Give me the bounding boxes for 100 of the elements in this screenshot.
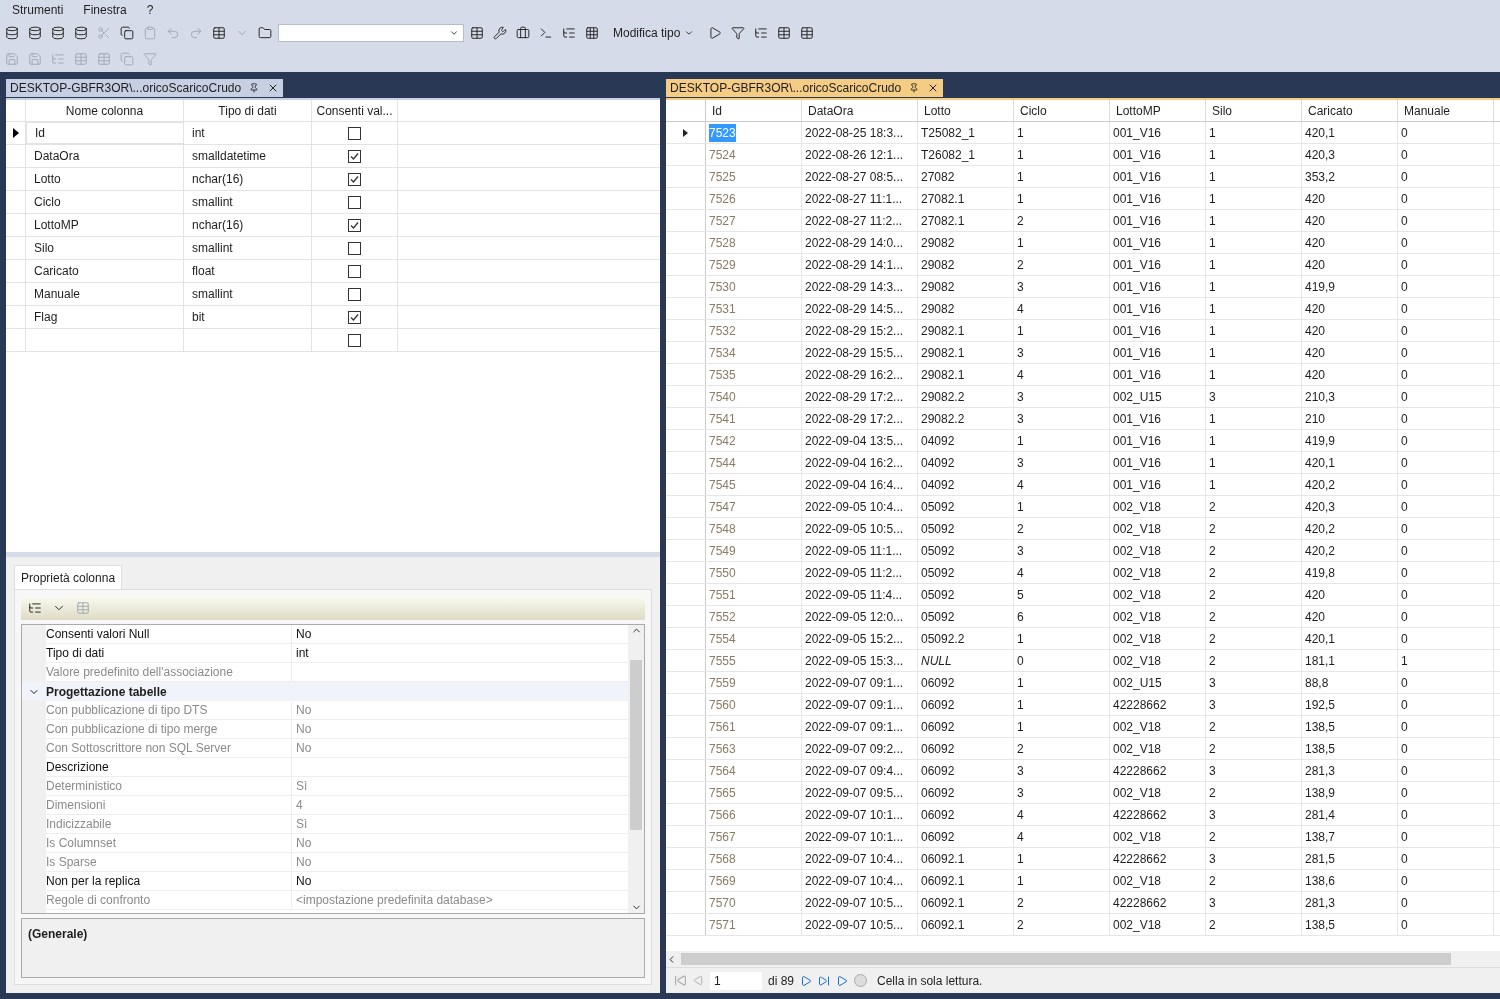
table-cell-text: 06092.1 — [921, 872, 965, 890]
property-name[interactable]: Non per la replica — [46, 872, 141, 890]
record-position-field[interactable]: 1 — [710, 971, 762, 990]
table-cell-text: 7530 — [709, 278, 736, 296]
column-header[interactable]: Consenti val... — [312, 100, 398, 121]
column-name-cell[interactable]: Manuale — [26, 283, 184, 305]
table-cell-text: 2 — [1017, 916, 1024, 934]
table-cell-text: 6 — [1017, 608, 1024, 626]
data-type-cell[interactable]: smallint — [184, 237, 312, 259]
column-name-cell[interactable]: Flag — [26, 306, 184, 328]
table-cell-text: 2022-09-07 09:1... — [805, 696, 904, 714]
table-cell-text: 06092 — [921, 740, 955, 758]
category-label[interactable]: Progettazione tabelle — [46, 682, 167, 701]
checkbox[interactable] — [348, 126, 361, 140]
table-cell-text: 1 — [1017, 168, 1024, 186]
table-cell-text: 2022-08-25 18:3... — [805, 124, 904, 142]
table-cell-text: 1 — [1209, 234, 1216, 252]
table-cell-text: 7568 — [709, 850, 736, 868]
table-cell-text: 3 — [1017, 542, 1024, 560]
table-cell-text: 0 — [1401, 784, 1408, 802]
column-header[interactable]: Silo — [1206, 100, 1302, 121]
table-cell-text: 002_V18 — [1113, 718, 1162, 736]
table-cell-text: 2022-08-29 14:5... — [805, 300, 904, 318]
column-name-cell[interactable]: Silo — [26, 237, 184, 259]
data-type-cell[interactable]: float — [184, 260, 312, 282]
table-cell-text: 0 — [1401, 476, 1408, 494]
column-header[interactable]: DataOra — [802, 100, 918, 121]
table-cell-text: 06092 — [921, 696, 955, 714]
column-name-cell[interactable]: Ciclo — [26, 191, 184, 213]
change-type-button[interactable]: Modifica tipo — [605, 23, 703, 43]
caret-icon — [684, 28, 695, 38]
checkbox[interactable] — [348, 172, 361, 186]
table-cell-text: 7571 — [709, 916, 736, 934]
data-type-cell[interactable]: bit — [184, 306, 312, 328]
table-cell-text: 2022-09-07 09:1... — [805, 674, 904, 692]
column-name-cell[interactable]: LottoMP — [26, 214, 184, 236]
column-header[interactable]: Tipo di dati — [184, 100, 312, 121]
column-header[interactable]: Lotto — [918, 100, 1014, 121]
table-cell-text: 2022-09-05 15:3... — [805, 652, 904, 670]
property-name[interactable]: Descrizione — [46, 758, 109, 776]
first-record-icon — [674, 974, 687, 987]
checkbox[interactable] — [348, 195, 361, 209]
checkbox[interactable] — [348, 287, 361, 301]
checkbox[interactable] — [348, 149, 361, 163]
table-cell-text: 002_U15 — [1113, 388, 1162, 406]
data-type-cell[interactable]: nchar(16) — [184, 214, 312, 236]
checkbox[interactable] — [348, 218, 361, 232]
table-cell-text: 002_V18 — [1113, 916, 1162, 934]
table-cell-text: 2 — [1209, 740, 1216, 758]
data-type-cell[interactable]: smallint — [184, 191, 312, 213]
table-cell-text: 05092 — [921, 542, 955, 560]
menu-item[interactable]: ? — [146, 1, 154, 19]
property-value[interactable]: No — [296, 625, 312, 643]
document-tab[interactable]: DESKTOP-GBFR3OR\...oricoScaricoCrudo — [6, 79, 284, 97]
column-name-cell[interactable]: Id — [26, 122, 184, 144]
table-cell-text: 7535 — [709, 366, 736, 384]
checkbox[interactable] — [348, 264, 361, 278]
property-name[interactable]: Consenti valori Null — [46, 625, 150, 643]
table-cell-text: 3 — [1209, 850, 1216, 868]
menu-item[interactable]: Finestra — [83, 1, 127, 19]
column-header[interactable]: LottoMP — [1110, 100, 1206, 121]
table-cell-text: 001_V16 — [1113, 454, 1162, 472]
table-cell-text: 001_V16 — [1113, 146, 1162, 164]
data-type-cell[interactable]: int — [184, 122, 312, 144]
column-name-cell[interactable]: Lotto — [26, 168, 184, 190]
table-cell-text: 7528 — [709, 234, 736, 252]
table-cell-text: 001_V16 — [1113, 344, 1162, 362]
data-type-cell[interactable]: smalldatetime — [184, 145, 312, 167]
property-value[interactable]: No — [296, 872, 312, 890]
table-cell-text: 419,8 — [1305, 564, 1336, 582]
column-header[interactable]: Manuale — [1398, 100, 1494, 121]
properties-tab[interactable]: Proprietà colonna — [14, 565, 123, 589]
checkbox[interactable] — [348, 333, 361, 347]
checkbox[interactable] — [348, 310, 361, 324]
table-cell-text: 0 — [1401, 762, 1408, 780]
table-cell-text: 42228662 — [1113, 850, 1167, 868]
table-cell-text: 0 — [1401, 674, 1408, 692]
table-cell-text: 2022-08-29 15:2... — [805, 322, 904, 340]
property-name[interactable]: Tipo di dati — [46, 644, 105, 662]
column-header[interactable]: Nome colonna — [26, 100, 184, 121]
table-cell-text: 7534 — [709, 344, 736, 362]
table-cell-text: 06092 — [921, 806, 955, 824]
data-type-cell[interactable]: smallint — [184, 283, 312, 305]
table-cell-text: 2 — [1017, 740, 1024, 758]
column-name-cell[interactable]: DataOra — [26, 145, 184, 167]
property-value[interactable]: int — [296, 644, 309, 662]
data-type-cell[interactable]: nchar(16) — [184, 168, 312, 190]
column-header[interactable]: Caricato — [1302, 100, 1398, 121]
column-header[interactable]: Id — [706, 100, 802, 121]
table-cell-text: 001_V16 — [1113, 322, 1162, 340]
document-tab[interactable]: DESKTOP-GBFR3OR\...oricoScaricoCrudo — [666, 79, 944, 97]
checkbox[interactable] — [348, 241, 361, 255]
table-cell-text: 2022-09-04 13:5... — [805, 432, 904, 450]
table-cell-text: 2 — [1209, 652, 1216, 670]
table-cell-text: 05092 — [921, 498, 955, 516]
table-cell-text: 7550 — [709, 564, 736, 582]
column-name-cell[interactable]: Caricato — [26, 260, 184, 282]
column-header[interactable]: Ciclo — [1014, 100, 1110, 121]
table-cell-text: 0 — [1401, 806, 1408, 824]
menu-item[interactable]: Strumenti — [12, 1, 64, 19]
